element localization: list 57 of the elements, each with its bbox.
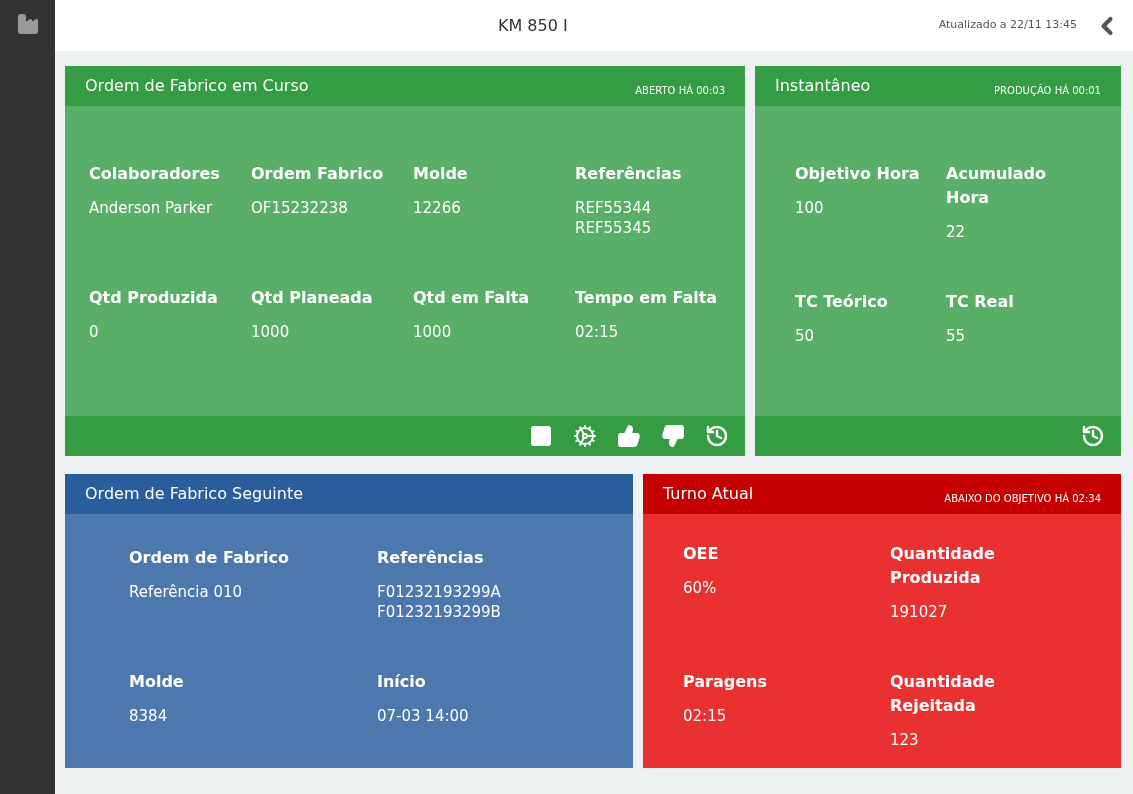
field-label: Paragens <box>683 671 768 693</box>
field-label: Qtd Produzida <box>89 287 219 309</box>
factory-icon[interactable] <box>15 12 40 36</box>
field-label: Referências <box>575 163 683 185</box>
card-title: Ordem de Fabrico Seguinte <box>85 483 304 505</box>
field-value: OF15232238 <box>251 198 349 218</box>
history-icon[interactable] <box>1081 424 1105 448</box>
card-status: ABAIXO DO OBJETIVO HÁ 02:34 <box>944 491 1101 506</box>
field-value: REF55344 <box>575 198 653 218</box>
field-value: 02:15 <box>683 706 728 726</box>
field-value: 123 <box>890 730 920 750</box>
field-label: Quantidade Rejeitada <box>890 671 996 717</box>
card-title: Instantâneo <box>775 75 871 97</box>
field-label: Ordem de Fabrico <box>129 547 290 569</box>
field-value: 55 <box>946 326 967 346</box>
field-value: 50 <box>795 326 816 346</box>
field-value: 60% <box>683 578 718 598</box>
field-value: 22 <box>946 222 967 242</box>
page-title: KM 850 I <box>496 14 569 37</box>
field-label: Molde <box>129 671 185 693</box>
field-value: 1000 <box>251 322 291 342</box>
field-label: Acumulado Hora <box>946 163 1048 209</box>
field-label: Referências <box>377 547 485 569</box>
field-value: 100 <box>795 198 825 218</box>
stop-icon[interactable] <box>529 424 553 448</box>
field-label: Molde <box>413 163 469 185</box>
field-label: Ordem Fabrico <box>251 163 385 185</box>
field-label: Qtd Planeada <box>251 287 374 309</box>
field-label: Colaboradores <box>89 163 221 185</box>
field-value: F01232193299A <box>377 582 502 602</box>
card-status: ABERTO HÁ 00:03 <box>635 83 725 98</box>
field-label: TC Teórico <box>795 291 889 313</box>
field-label: Início <box>377 671 427 693</box>
field-label: TC Real <box>946 291 1015 313</box>
field-value: 191027 <box>890 602 949 622</box>
field-value: F01232193299B <box>377 602 502 622</box>
card-title: Ordem de Fabrico em Curso <box>85 75 309 97</box>
field-label: Tempo em Falta <box>575 287 719 309</box>
field-label: Qtd em Falta <box>413 287 531 309</box>
field-value: 07-03 14:00 <box>377 706 470 726</box>
field-value: 1000 <box>413 322 453 342</box>
thumbs-up-icon[interactable] <box>617 424 641 448</box>
thumbs-down-icon[interactable] <box>661 424 685 448</box>
field-label: Objetivo Hora <box>795 163 921 185</box>
card-status: PRODUÇÃO HÁ 00:01 <box>994 83 1101 98</box>
field-value: REF55345 <box>575 218 653 238</box>
field-value: 12266 <box>413 198 462 218</box>
field-label: OEE <box>683 543 720 565</box>
field-value: 8384 <box>129 706 169 726</box>
field-label: Quantidade Produzida <box>890 543 996 589</box>
field-value: 0 <box>89 322 100 342</box>
field-value: Referência 010 <box>129 582 244 602</box>
field-value: 02:15 <box>575 322 620 342</box>
card-title: Turno Atual <box>663 483 754 505</box>
field-value: Anderson Parker <box>89 198 214 218</box>
history-icon[interactable] <box>705 424 729 448</box>
updated-time: Atualizado a 22/11 13:45 <box>938 17 1077 34</box>
